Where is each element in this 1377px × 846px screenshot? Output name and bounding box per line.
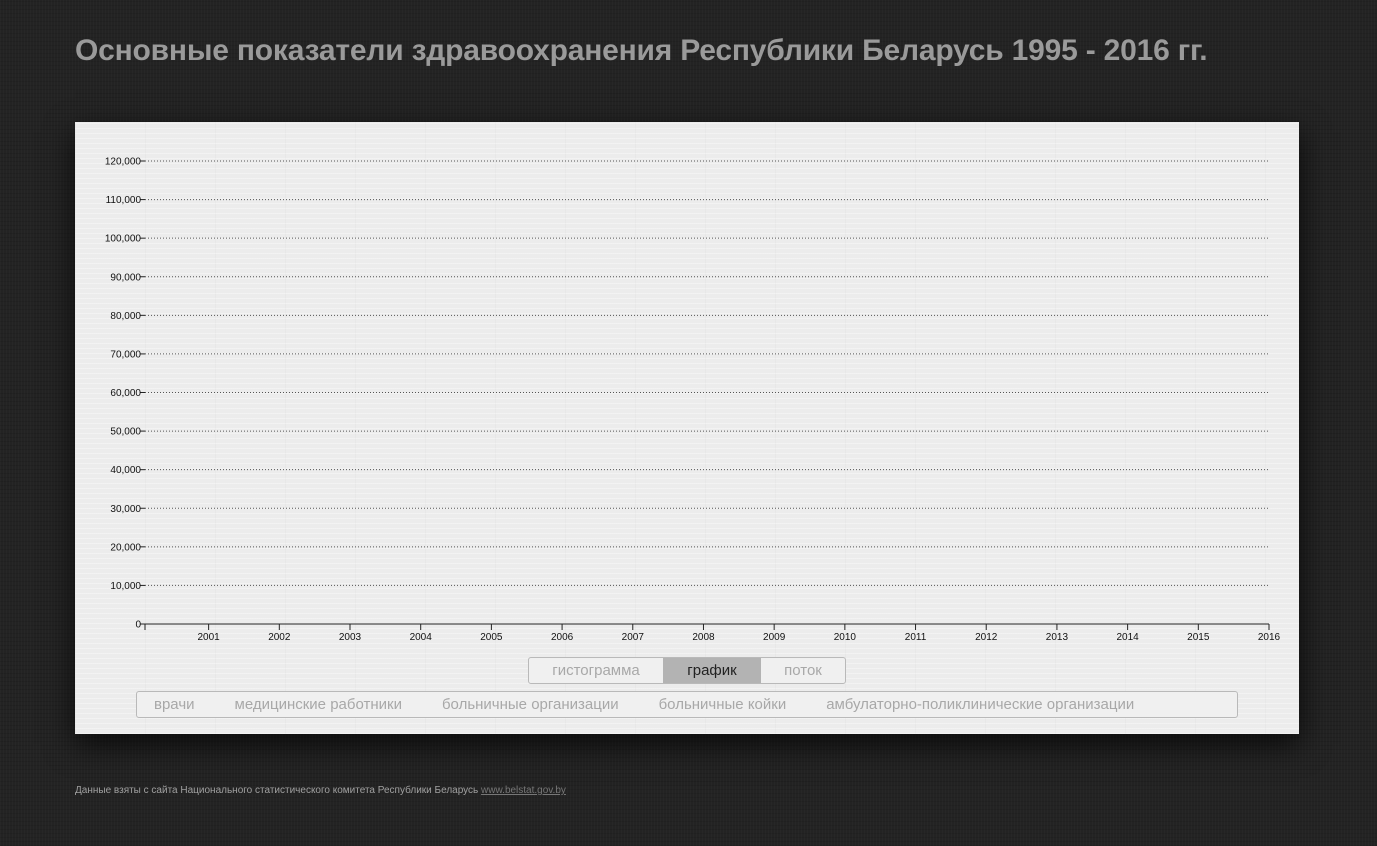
tab-graph[interactable]: график (663, 658, 761, 683)
x-tick-label: 2001 (197, 632, 220, 643)
x-tick-label: 2014 (1116, 632, 1139, 643)
y-tick-label: 110,000 (106, 195, 142, 206)
y-tick-label: 80,000 (110, 311, 141, 322)
x-tick-label: 2011 (905, 632, 927, 643)
x-tick-label: 2007 (622, 632, 645, 643)
x-tick-label: 2012 (975, 632, 998, 643)
metric-tab-outpatient-organizations[interactable]: амбулаторно-поликлинические организации (806, 692, 1154, 717)
footer-source-link[interactable]: www.belstat.gov.by (481, 785, 566, 796)
x-tick-label: 2016 (1258, 632, 1281, 643)
x-tick-label: 2002 (268, 632, 291, 643)
footer: Данные взяты с сайта Национального стати… (75, 785, 566, 796)
chart-type-tabs: гистограмма график поток (528, 657, 846, 684)
metric-tab-hospital-organizations[interactable]: больничные организации (422, 692, 639, 717)
tab-histogram[interactable]: гистограмма (529, 658, 663, 683)
x-tick-label: 2009 (763, 632, 786, 643)
y-tick-label: 60,000 (110, 388, 141, 399)
footer-source-text: Данные взяты с сайта Национального стати… (75, 785, 479, 796)
y-tick-label: 100,000 (105, 234, 142, 245)
x-tick-label: 2008 (692, 632, 715, 643)
x-tick-label: 2013 (1046, 632, 1069, 643)
tab-stream[interactable]: поток (761, 658, 845, 683)
line-chart: 0 10,000 20,000 30,000 40,000 50,000 60,000 70,… (105, 157, 1281, 644)
x-tick-label: 2010 (834, 632, 857, 643)
chart-panel: 0 10,000 20,000 30,000 40,000 50,000 60,000 70,… (75, 122, 1299, 734)
metric-tabs: врачи медицинские работники больничные о… (136, 691, 1238, 718)
y-tick-label: 0 (135, 620, 141, 631)
metric-tab-doctors[interactable]: врачи (137, 692, 215, 717)
y-tick-label: 40,000 (110, 465, 141, 476)
y-tick-label: 20,000 (110, 542, 141, 553)
x-tick-label: 2015 (1187, 632, 1210, 643)
metric-tab-medical-workers[interactable]: медицинские работники (215, 692, 422, 717)
y-tick-label: 10,000 (110, 581, 141, 592)
x-tick-label: 2006 (551, 632, 574, 643)
x-tick-label: 2005 (480, 632, 503, 643)
y-tick-label: 70,000 (110, 349, 141, 360)
y-tick-label: 50,000 (110, 427, 141, 438)
y-tick-label: 120,000 (105, 157, 142, 168)
y-tick-label: 90,000 (110, 272, 141, 283)
x-tick-label: 2004 (410, 632, 433, 643)
page-title: Основные показатели здравоохранения Респ… (75, 34, 1208, 67)
metric-tab-hospital-beds[interactable]: больничные койки (639, 692, 807, 717)
x-tick-label: 2003 (339, 632, 362, 643)
y-tick-label: 30,000 (110, 504, 141, 515)
